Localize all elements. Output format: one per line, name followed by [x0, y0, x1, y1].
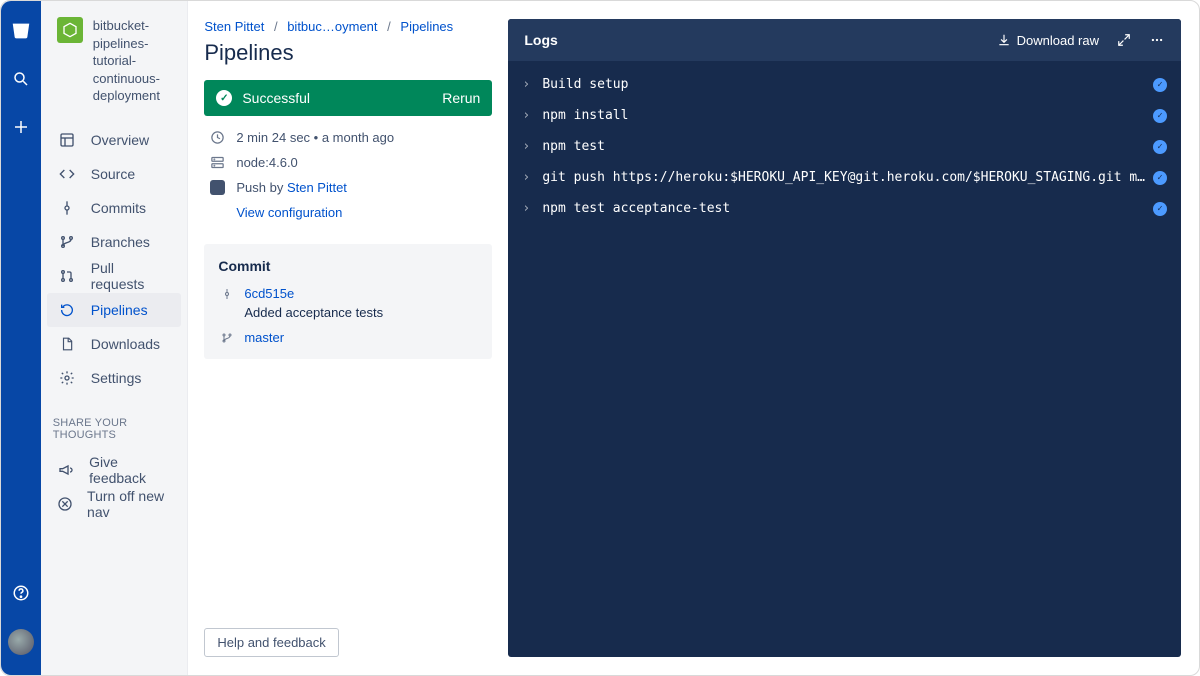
push-user-link[interactable]: Sten Pittet: [287, 180, 347, 195]
help-icon[interactable]: [9, 581, 33, 605]
sidebar-item-overview[interactable]: Overview: [47, 123, 182, 157]
repo-sidebar: bitbucket-pipelines-tutorial-continuous-…: [41, 1, 189, 675]
chevron-right-icon: ›: [522, 108, 536, 123]
search-icon[interactable]: [9, 67, 33, 91]
meta-duration-text: 2 min 24 sec • a month ago: [236, 130, 394, 145]
commit-hash-link[interactable]: 6cd515e: [244, 286, 294, 301]
commit-card: Commit 6cd515e Added acceptance tests ma…: [204, 244, 492, 359]
success-badge-icon: ✓: [1153, 78, 1167, 92]
sidebar-item-label: Downloads: [91, 336, 160, 352]
branch-link[interactable]: master: [244, 330, 284, 345]
sidebar-item-pipelines[interactable]: Pipelines: [47, 293, 182, 327]
pipelines-icon: [57, 302, 77, 318]
meta-duration: 2 min 24 sec • a month ago: [204, 130, 492, 145]
chevron-right-icon: ›: [522, 77, 536, 92]
sidebar-item-pull-requests[interactable]: Pull requests: [47, 259, 182, 293]
sidebar-item-label: Commits: [91, 200, 146, 216]
meta-image-text: node:4.6.0: [236, 155, 297, 170]
success-badge-icon: ✓: [1153, 140, 1167, 154]
log-text: Build setup: [542, 77, 1145, 92]
avatar[interactable]: [8, 629, 34, 655]
log-text: npm test acceptance-test: [542, 201, 1145, 216]
breadcrumb-page[interactable]: Pipelines: [400, 19, 453, 34]
sidebar-item-label: Turn off new nav: [87, 488, 171, 520]
sidebar-item-commits[interactable]: Commits: [47, 191, 182, 225]
meta-push-by: Push by Sten Pittet: [204, 180, 492, 195]
chevron-right-icon: ›: [522, 139, 536, 154]
breadcrumb: Sten Pittet / bitbuc…oyment / Pipelines: [204, 19, 492, 34]
sidebar-item-give-feedback[interactable]: Give feedback: [47, 453, 182, 487]
megaphone-icon: [57, 462, 75, 478]
nodejs-icon: [57, 17, 83, 43]
log-text: npm install: [542, 108, 1145, 123]
repo-title: bitbucket-pipelines-tutorial-continuous-…: [93, 17, 176, 105]
sidebar-item-label: Settings: [91, 370, 142, 386]
success-badge-icon: ✓: [1153, 171, 1167, 185]
log-line[interactable]: › npm install ✓: [522, 108, 1167, 123]
view-configuration-link[interactable]: View configuration: [236, 205, 342, 220]
logs-title: Logs: [524, 32, 978, 48]
push-prefix: Push by: [236, 180, 287, 195]
global-nav-rail: [1, 1, 41, 675]
gear-icon: [57, 370, 77, 386]
sidebar-item-downloads[interactable]: Downloads: [47, 327, 182, 361]
download-icon: [997, 33, 1011, 47]
user-badge-icon: [206, 180, 228, 195]
log-line[interactable]: › npm test acceptance-test ✓: [522, 201, 1167, 216]
plus-icon[interactable]: [9, 115, 33, 139]
status-bar: ✓ Successful Rerun: [204, 80, 492, 116]
expand-icon[interactable]: [1117, 33, 1131, 47]
close-circle-icon: [57, 496, 73, 512]
chevron-right-icon: ›: [522, 201, 536, 216]
breadcrumb-repo[interactable]: bitbuc…oyment: [287, 19, 377, 34]
sidebar-section-heading: SHARE YOUR THOUGHTS: [41, 401, 188, 447]
sidebar-item-source[interactable]: Source: [47, 157, 182, 191]
download-raw-button[interactable]: Download raw: [997, 33, 1099, 48]
sidebar-item-label: Pull requests: [91, 260, 172, 292]
source-icon: [57, 166, 77, 182]
more-icon[interactable]: [1149, 33, 1165, 47]
logs-panel: Logs Download raw › Build setup ✓: [508, 19, 1181, 657]
log-text: npm test: [542, 139, 1145, 154]
sidebar-item-settings[interactable]: Settings: [47, 361, 182, 395]
log-line[interactable]: › git push https://heroku:$HEROKU_API_KE…: [522, 170, 1167, 185]
sidebar-item-branches[interactable]: Branches: [47, 225, 182, 259]
branches-icon: [57, 234, 77, 250]
server-icon: [206, 155, 228, 170]
status-text: Successful: [242, 90, 310, 106]
commit-heading: Commit: [218, 258, 478, 274]
downloads-icon: [57, 336, 77, 352]
success-badge-icon: ✓: [1153, 109, 1167, 123]
sidebar-item-turn-off-nav[interactable]: Turn off new nav: [47, 487, 182, 521]
success-badge-icon: ✓: [1153, 202, 1167, 216]
pull-requests-icon: [57, 268, 77, 284]
clock-icon: [206, 130, 228, 145]
check-circle-icon: ✓: [216, 90, 232, 106]
download-raw-label: Download raw: [1017, 33, 1099, 48]
sidebar-item-label: Pipelines: [91, 302, 148, 318]
meta-image: node:4.6.0: [204, 155, 492, 170]
help-feedback-button[interactable]: Help and feedback: [204, 628, 338, 657]
commits-icon: [57, 200, 77, 216]
rerun-button[interactable]: Rerun: [442, 90, 480, 106]
bitbucket-logo-icon[interactable]: [9, 19, 33, 43]
branch-icon: [218, 330, 236, 345]
logs-body: › Build setup ✓ › npm install ✓ › npm te…: [508, 61, 1181, 248]
log-line[interactable]: › npm test ✓: [522, 139, 1167, 154]
sidebar-item-label: Source: [91, 166, 135, 182]
breadcrumb-owner[interactable]: Sten Pittet: [204, 19, 264, 34]
sidebar-item-label: Give feedback: [89, 454, 171, 486]
commit-message: Added acceptance tests: [218, 305, 478, 320]
log-text: git push https://heroku:$HEROKU_API_KEY@…: [542, 170, 1145, 185]
sidebar-item-label: Branches: [91, 234, 150, 250]
sidebar-item-label: Overview: [91, 132, 149, 148]
page-title: Pipelines: [204, 40, 492, 66]
log-line[interactable]: › Build setup ✓: [522, 77, 1167, 92]
commit-icon: [218, 286, 236, 301]
chevron-right-icon: ›: [522, 170, 536, 185]
pipeline-detail-pane: Sten Pittet / bitbuc…oyment / Pipelines …: [188, 1, 508, 675]
overview-icon: [57, 132, 77, 148]
